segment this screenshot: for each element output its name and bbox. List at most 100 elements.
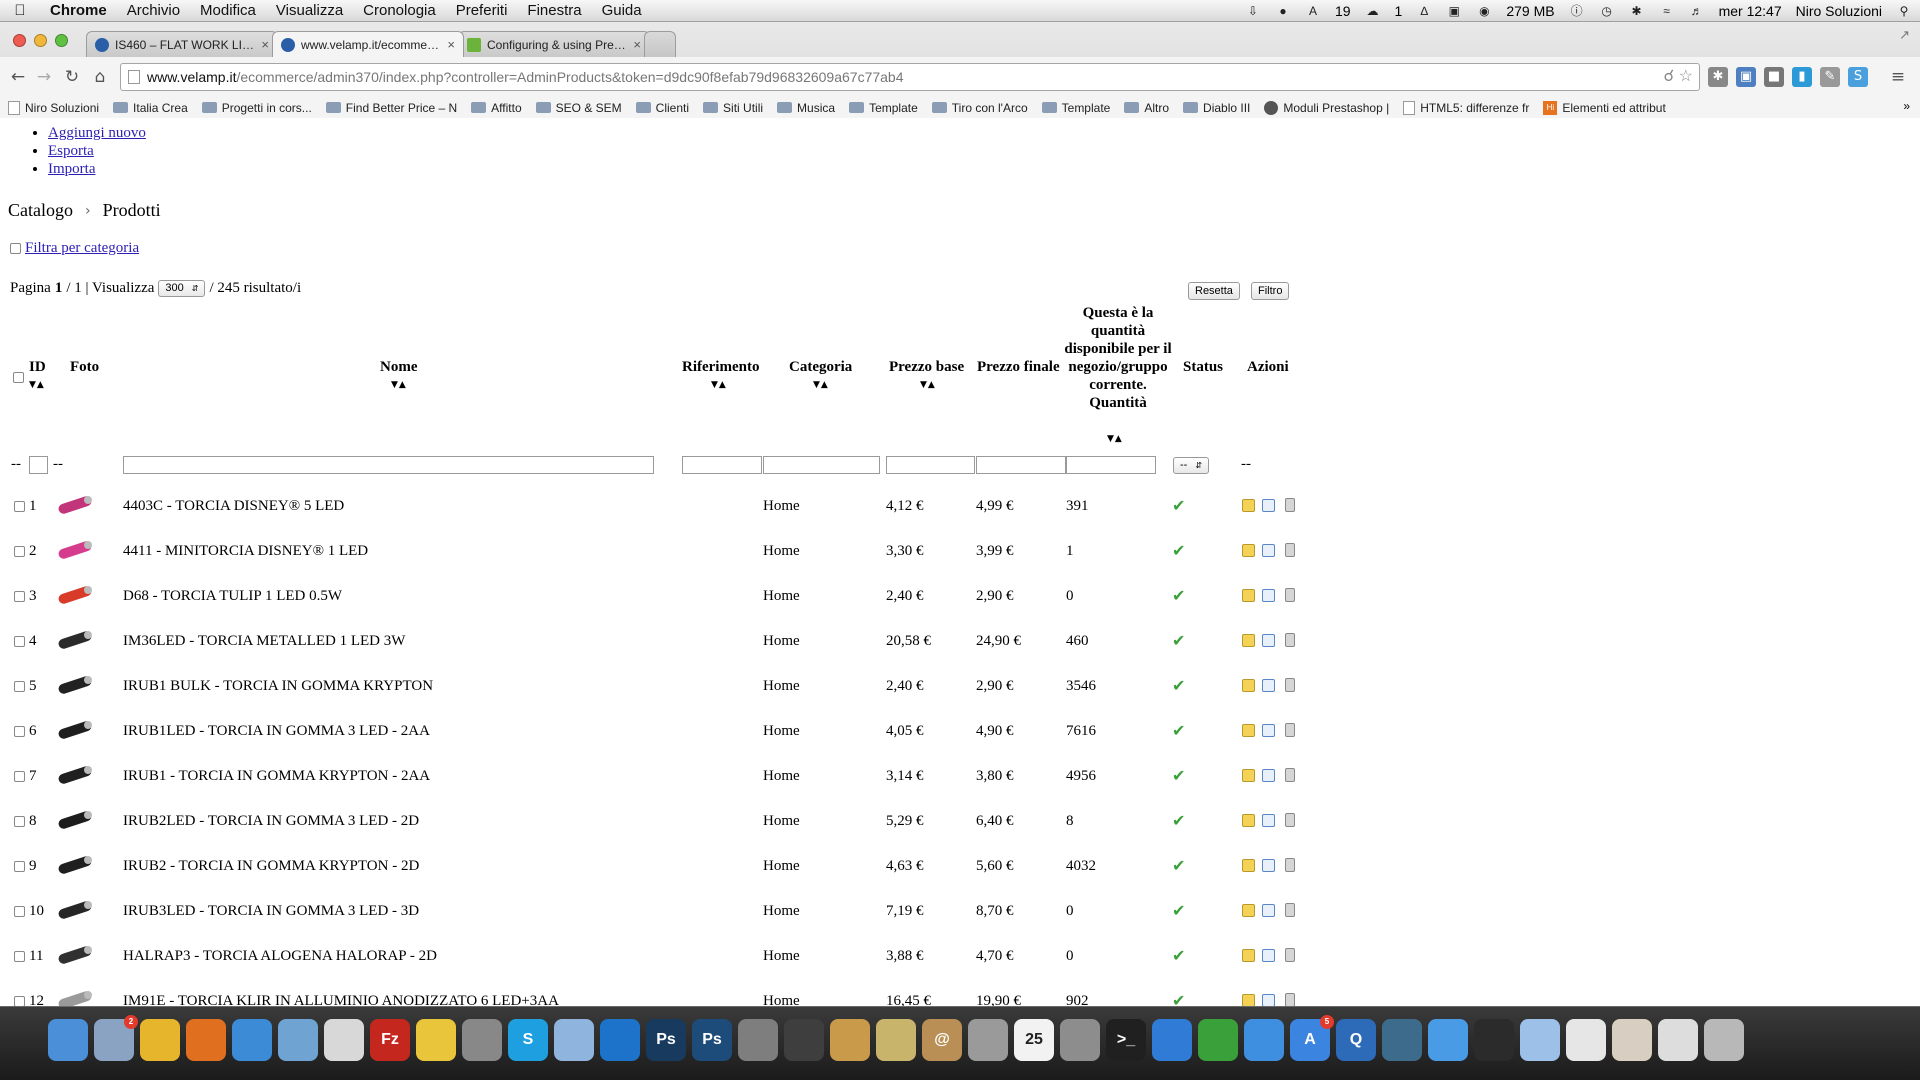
duplicate-icon[interactable] — [1262, 589, 1275, 602]
facetime-icon[interactable] — [784, 1019, 824, 1061]
breadcrumb-catalog[interactable]: Catalogo — [8, 200, 73, 221]
info-icon[interactable]: ⓘ — [1569, 4, 1585, 18]
volume-icon[interactable]: ♬ — [1689, 4, 1705, 18]
clock[interactable]: mer 12:47 — [1719, 3, 1782, 19]
row-checkbox[interactable] — [14, 546, 25, 557]
row-checkbox[interactable] — [14, 906, 25, 917]
tab-prestashop-docs[interactable]: Configuring & using Presta × — [458, 31, 650, 57]
table-row[interactable]: 6 IRUB1LED - TORCIA IN GOMMA 3 LED - 2AA H… — [0, 721, 1300, 766]
ps-doc-icon[interactable] — [1474, 1019, 1514, 1061]
menu-archivio[interactable]: Archivio — [117, 2, 190, 19]
duplicate-icon[interactable] — [1262, 769, 1275, 782]
status-enabled-icon[interactable]: ✔ — [1172, 901, 1185, 920]
photoshop-icon-2[interactable]: Ps — [692, 1019, 732, 1061]
status-enabled-icon[interactable]: ✔ — [1172, 496, 1185, 515]
reset-button[interactable]: Resetta — [1188, 282, 1240, 300]
status-enabled-icon[interactable]: ✔ — [1172, 631, 1185, 650]
product-name[interactable]: IM36LED - TORCIA METALLED 1 LED 3W — [123, 631, 405, 651]
bookmark-item[interactable]: Siti Utili — [703, 101, 763, 115]
close-window-button[interactable] — [13, 34, 26, 47]
bookmark-item[interactable]: Hi Elementi ed attribut — [1543, 100, 1666, 115]
dropbox-icon[interactable] — [1152, 1019, 1192, 1061]
edit-icon[interactable] — [1242, 679, 1255, 692]
extension-icon-5[interactable]: ✎ — [1820, 67, 1840, 87]
home-button[interactable]: ⌂ — [88, 65, 112, 89]
delete-icon[interactable] — [1285, 588, 1295, 602]
trash-icon[interactable] — [1704, 1019, 1744, 1061]
duplicate-icon[interactable] — [1262, 679, 1275, 692]
id-filter-input[interactable] — [29, 456, 48, 474]
bookmark-item[interactable]: Clienti — [635, 101, 689, 115]
status-enabled-icon[interactable]: ✔ — [1172, 676, 1185, 695]
window-thumb-icon-2[interactable] — [1612, 1019, 1652, 1061]
duplicate-icon[interactable] — [1262, 544, 1275, 557]
textedit-icon[interactable] — [324, 1019, 364, 1061]
sort-arrows-icon[interactable]: ▼▲ — [391, 380, 407, 390]
bookmark-item[interactable]: Musica — [777, 101, 835, 115]
quantity-filter-input[interactable] — [1066, 456, 1156, 474]
tab-is460[interactable]: IS460 – FLAT WORK LIGHT × — [86, 31, 278, 57]
table-row[interactable]: 5 IRUB1 BULK - TORCIA IN GOMMA KRYPTON Hom… — [0, 676, 1300, 721]
bookmark-item[interactable]: Niro Soluzioni — [8, 100, 99, 115]
duplicate-icon[interactable] — [1262, 499, 1275, 512]
close-tab-icon[interactable]: × — [633, 37, 641, 52]
iphoto-icon[interactable] — [830, 1019, 870, 1061]
row-checkbox[interactable] — [14, 501, 25, 512]
sort-arrows-icon[interactable]: ▼▲ — [29, 380, 45, 390]
category-filter-input[interactable] — [763, 456, 880, 474]
duplicate-icon[interactable] — [1262, 949, 1275, 962]
filezilla-icon[interactable]: Fz — [370, 1019, 410, 1061]
table-row[interactable]: 4 IM36LED - TORCIA METALLED 1 LED 3W Home 2… — [0, 631, 1300, 676]
table-row[interactable]: 3 D68 - TORCIA TULIP 1 LED 0.5W Home 2,40 €… — [0, 586, 1300, 631]
download-icon[interactable]: ⇩ — [1245, 4, 1261, 18]
status-enabled-icon[interactable]: ✔ — [1172, 991, 1185, 1006]
product-name[interactable]: 4411 - MINITORCIA DISNEY® 1 LED — [123, 541, 368, 561]
table-row[interactable]: 12 IM91E - TORCIA KLIR IN ALLUMINIO ANODI… — [0, 991, 1300, 1006]
row-checkbox[interactable] — [14, 681, 25, 692]
forward-button[interactable]: → — [32, 65, 56, 89]
menu-cronologia[interactable]: Cronologia — [353, 2, 446, 19]
table-row[interactable]: 7 IRUB1 - TORCIA IN GOMMA KRYPTON - 2AA Ho… — [0, 766, 1300, 811]
status-enabled-icon[interactable]: ✔ — [1172, 541, 1185, 560]
status-enabled-icon[interactable]: ✔ — [1172, 721, 1185, 740]
delete-icon[interactable] — [1285, 858, 1295, 872]
delete-icon[interactable] — [1285, 633, 1295, 647]
product-name[interactable]: IRUB3LED - TORCIA IN GOMMA 3 LED - 3D — [123, 901, 419, 921]
zoom-window-button[interactable] — [55, 34, 68, 47]
terminal-icon[interactable]: >_ — [1106, 1019, 1146, 1061]
keepassx-icon[interactable] — [1198, 1019, 1238, 1061]
firefox-icon[interactable] — [186, 1019, 226, 1061]
category-filter-checkbox[interactable] — [10, 243, 21, 254]
chrome-icon[interactable] — [140, 1019, 180, 1061]
bookmark-item[interactable]: Altro — [1124, 101, 1169, 115]
final-price-filter-input[interactable] — [976, 456, 1066, 474]
edit-icon[interactable] — [1242, 949, 1255, 962]
row-checkbox[interactable] — [14, 996, 25, 1006]
per-page-select[interactable]: 300 ⇵ — [158, 280, 206, 297]
bookmark-item[interactable]: Find Better Price – N — [325, 101, 457, 115]
status-filter-select[interactable]: -- ⇵ — [1173, 457, 1210, 474]
bookmark-item[interactable]: Template — [1041, 101, 1110, 115]
menu-app-name[interactable]: Chrome — [40, 2, 117, 19]
wifi-icon[interactable] — [1428, 1019, 1468, 1061]
virtualbox-icon[interactable] — [554, 1019, 594, 1061]
adobe-icon[interactable]: A — [1305, 4, 1321, 18]
script-icon[interactable]: ∆ — [1416, 4, 1432, 18]
reference-filter-input[interactable] — [682, 456, 762, 474]
edit-icon[interactable] — [1242, 724, 1255, 737]
delete-icon[interactable] — [1285, 678, 1295, 692]
table-row[interactable]: 10 IRUB3LED - TORCIA IN GOMMA 3 LED - 3D H… — [0, 901, 1300, 946]
satellite-icon[interactable] — [462, 1019, 502, 1061]
mail-icon[interactable]: 2 — [94, 1015, 138, 1061]
sort-arrows-icon[interactable]: ▼▲ — [711, 380, 727, 390]
sort-arrows-icon[interactable]: ▼▲ — [1107, 434, 1123, 444]
photoshop-icon[interactable]: Ps — [646, 1019, 686, 1061]
bluetooth-icon[interactable]: ✱ — [1629, 4, 1645, 18]
bookmark-item[interactable]: HTML5: differenze fr — [1403, 100, 1529, 115]
export-link[interactable]: Esporta — [48, 143, 94, 159]
edit-icon[interactable] — [1242, 859, 1255, 872]
status-enabled-icon[interactable]: ✔ — [1172, 856, 1185, 875]
teamviewer-icon[interactable] — [600, 1019, 640, 1061]
wifi-status-icon[interactable]: ≈ — [1659, 4, 1675, 18]
minimize-window-button[interactable] — [34, 34, 47, 47]
